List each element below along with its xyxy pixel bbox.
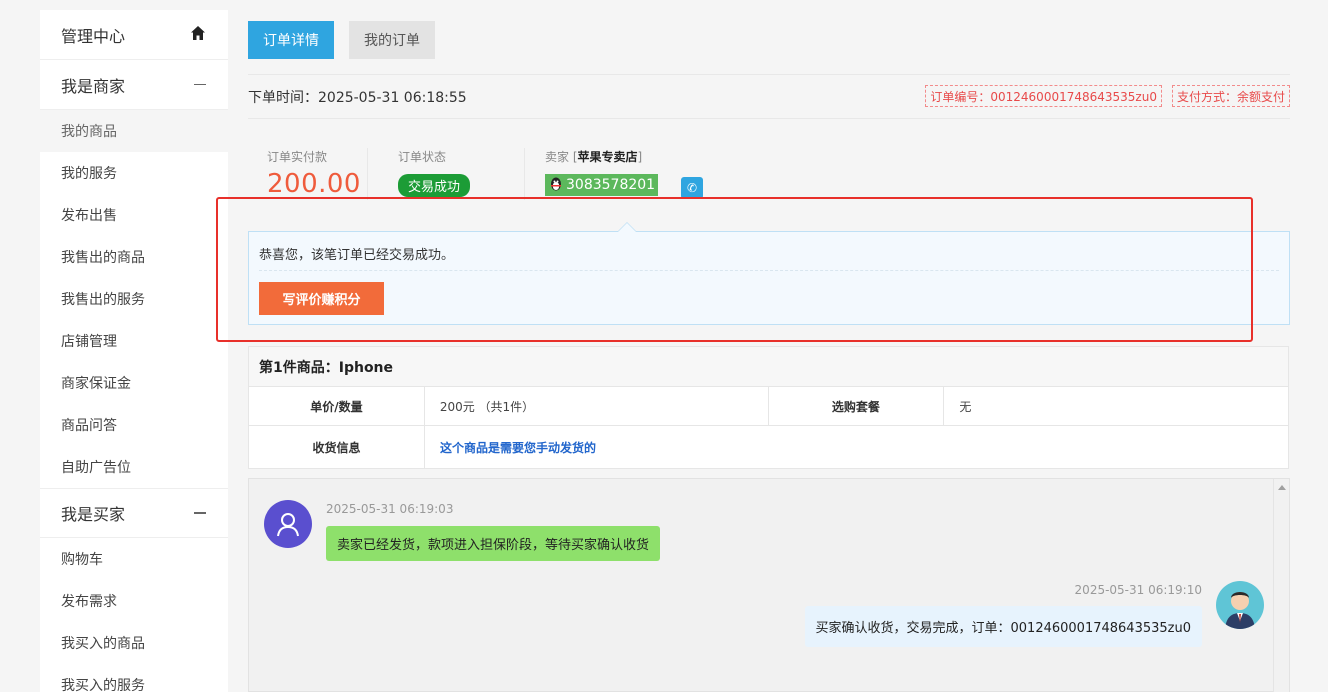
table-row: 单价/数量 200元 （共1件） 选购套餐 无 — [249, 387, 1288, 426]
sidebar-buyer-section[interactable]: 我是买家 — [40, 488, 228, 538]
seller-block: 卖家 [苹果专卖店] 3083578201 ✆ — [545, 148, 703, 204]
sidebar-item-deposit[interactable]: 商家保证金 — [40, 362, 228, 404]
user-icon — [277, 513, 299, 537]
sidebar-item-label: 我买入的商品 — [61, 636, 145, 652]
chat-scrollbar[interactable] — [1273, 479, 1289, 692]
sidebar-item-label: 我的商品 — [61, 124, 117, 140]
sidebar-item-sold-services[interactable]: 我售出的服务 — [40, 278, 228, 320]
table-row: 收货信息 这个商品是需要您手动发货的 — [249, 426, 1288, 468]
package-label: 选购套餐 — [769, 387, 945, 425]
seller-name[interactable]: 苹果专卖店 — [578, 150, 638, 164]
sidebar-item-label: 我售出的服务 — [61, 292, 145, 308]
sidebar-item-bought-services[interactable]: 我买入的服务 — [40, 664, 228, 692]
minus-icon[interactable] — [194, 512, 206, 514]
product-title: 第1件商品：Iphone — [249, 347, 1288, 387]
home-icon[interactable] — [190, 25, 206, 45]
sidebar-item-shop-management[interactable]: 店铺管理 — [40, 320, 228, 362]
unit-qty-label: 单价/数量 — [249, 387, 425, 425]
sidebar-merchant-label: 我是商家 — [61, 76, 126, 96]
tab-order-detail[interactable]: 订单详情 — [248, 21, 334, 59]
unit-qty-value: 200元 （共1件） — [425, 387, 769, 425]
seller-bracket-close: ] — [637, 150, 643, 164]
notice-arrow — [617, 222, 637, 232]
sidebar-item-label: 商品问答 — [61, 418, 117, 434]
order-tags: 订单编号：0012460001748643535zu0 支付方式：余额支付 — [925, 85, 1290, 107]
sidebar-item-label: 购物车 — [61, 552, 103, 568]
sidebar-item-label: 自助广告位 — [61, 460, 131, 476]
write-review-button[interactable]: 写评价赚积分 — [259, 282, 384, 315]
sidebar-item-label: 商家保证金 — [61, 376, 131, 392]
businessman-icon — [1225, 592, 1255, 629]
tab-bar: 订单详情 我的订单 — [248, 21, 435, 59]
seller-label-row: 卖家 [苹果专卖店] — [545, 148, 658, 165]
shipping-value: 这个商品是需要您手动发货的 — [425, 426, 1288, 468]
order-chat-log[interactable]: 2025-05-31 06:19:03 卖家已经发货，款项进入担保阶段，等待买家… — [248, 478, 1290, 692]
status-badge: 交易成功 — [398, 174, 471, 197]
sidebar-item-label: 发布出售 — [61, 208, 117, 224]
sidebar-item-ad-slot[interactable]: 自助广告位 — [40, 446, 228, 488]
sidebar-buyer-label: 我是买家 — [61, 505, 126, 524]
sidebar-item-product-qa[interactable]: 商品问答 — [40, 404, 228, 446]
message-bubble: 卖家已经发货，款项进入担保阶段，等待买家确认收货 — [326, 526, 661, 561]
divider — [259, 270, 1279, 271]
main-content: 订单详情 我的订单 下单时间：2025-05-31 06:18:55 订单编号：… — [248, 0, 1290, 692]
divider — [367, 148, 368, 200]
status-block: 订单状态 交易成功 — [398, 148, 471, 204]
sidebar-item-my-products[interactable]: 我的商品 — [40, 110, 228, 152]
sidebar-merchant-section[interactable]: 我是商家 — [40, 60, 228, 110]
divider — [248, 74, 1290, 75]
sidebar-admin-center-label: 管理中心 — [61, 26, 126, 46]
success-notice: 恭喜您，该笔订单已经交易成功。 写评价赚积分 — [248, 222, 1290, 325]
message-time: 2025-05-31 06:19:10 — [1074, 583, 1202, 597]
phone-icon[interactable]: ✆ — [681, 177, 703, 199]
shipping-note: 这个商品是需要您手动发货的 — [440, 440, 597, 455]
seller-label: 卖家 — [545, 150, 570, 164]
divider — [248, 118, 1290, 119]
pay-method-tag: 支付方式：余额支付 — [1171, 85, 1290, 107]
status-label: 订单状态 — [398, 150, 447, 164]
tab-my-orders[interactable]: 我的订单 — [349, 21, 435, 59]
scroll-up-icon[interactable] — [1278, 485, 1286, 490]
sidebar-item-label: 我售出的商品 — [61, 250, 145, 266]
order-summary: 订单实付款 200.00 订单状态 交易成功 卖家 [苹果专卖店] 308357… — [248, 148, 1290, 204]
order-time: 下单时间：2025-05-31 06:18:55 — [248, 87, 467, 107]
sidebar-item-publish-demand[interactable]: 发布需求 — [40, 580, 228, 622]
sidebar-item-label: 店铺管理 — [61, 334, 117, 350]
paid-label: 订单实付款 — [267, 150, 328, 164]
sidebar-item-sold-products[interactable]: 我售出的商品 — [40, 236, 228, 278]
shipping-label: 收货信息 — [249, 426, 425, 468]
qq-icon — [548, 176, 564, 195]
minus-icon[interactable] — [194, 83, 206, 86]
product-table: 第1件商品：Iphone 单价/数量 200元 （共1件） 选购套餐 无 收货信… — [248, 346, 1289, 469]
notice-text: 恭喜您，该笔订单已经交易成功。 — [259, 248, 455, 263]
order-number-tag: 订单编号：0012460001748643535zu0 — [925, 85, 1162, 107]
message-bubble: 买家确认收货，交易完成，订单：0012460001748643535zu0 — [804, 606, 1202, 647]
sidebar-item-cart[interactable]: 购物车 — [40, 538, 228, 580]
package-value: 无 — [959, 399, 972, 414]
paid-amount-block: 订单实付款 200.00 — [267, 148, 361, 204]
sidebar-item-my-services[interactable]: 我的服务 — [40, 152, 228, 194]
buyer-avatar — [1216, 581, 1264, 629]
sidebar-item-label: 发布需求 — [61, 594, 117, 610]
sidebar-item-bought-products[interactable]: 我买入的商品 — [40, 622, 228, 664]
paid-amount: 200.00 — [267, 169, 361, 199]
sidebar: 管理中心 我是商家 我的商品 我的服务 发布出售 我售出的商品 我售出的服务 店… — [40, 10, 228, 692]
order-time-value: 2025-05-31 06:18:55 — [318, 90, 467, 106]
qq-number: 3083578201 — [566, 177, 656, 193]
divider — [524, 148, 525, 200]
sidebar-item-label: 我的服务 — [61, 166, 117, 182]
order-time-label: 下单时间： — [248, 90, 318, 106]
sidebar-item-label: 我买入的服务 — [61, 678, 145, 692]
sidebar-item-publish-sale[interactable]: 发布出售 — [40, 194, 228, 236]
seller-avatar — [264, 500, 312, 548]
qq-contact-button[interactable]: 3083578201 — [545, 174, 659, 196]
sidebar-admin-center[interactable]: 管理中心 — [40, 10, 228, 60]
message-time: 2025-05-31 06:19:03 — [326, 502, 454, 516]
